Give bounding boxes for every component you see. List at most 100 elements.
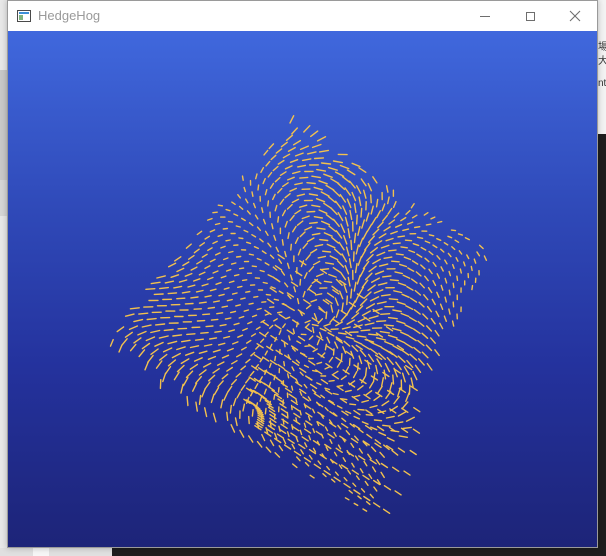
normal-glyph [357,495,362,500]
normal-glyph [201,253,208,258]
normal-glyph [189,345,200,349]
spine-glyph [308,343,316,350]
normal-glyph [206,276,214,281]
normal-glyph [412,328,421,335]
normal-glyph [182,377,189,387]
normal-glyph [343,477,348,482]
minimize-button[interactable] [462,1,508,31]
normal-glyph [328,379,335,382]
normal-glyph [212,368,220,374]
normal-glyph [299,371,304,376]
normal-glyph [357,385,364,391]
normal-glyph [225,208,231,212]
normal-glyph [291,443,296,450]
normal-glyph [416,236,424,240]
normal-glyph [422,313,429,320]
normal-glyph [327,195,336,204]
normal-glyph [295,397,298,404]
normal-glyph [270,286,276,290]
normal-glyph [369,405,378,409]
normal-glyph [421,332,429,339]
normal-glyph [408,384,411,395]
normal-glyph [243,229,249,233]
normal-glyph [344,187,351,196]
normal-glyph [305,323,310,329]
normal-glyph [326,465,331,471]
spine-glyph [363,495,371,502]
normal-glyph [320,162,332,165]
normal-glyph [256,307,262,311]
normal-glyph [277,159,285,165]
spine-glyph [308,289,317,295]
normal-glyph [385,185,389,193]
normal-glyph [397,235,406,238]
normal-glyph [354,262,358,274]
normal-glyph [372,176,378,184]
app-window-icon[interactable] [17,10,31,22]
normal-glyph [370,194,372,204]
spine-glyph [286,329,294,335]
normal-glyph [428,250,434,256]
normal-glyph [303,272,308,279]
normal-glyph [323,173,333,179]
normal-glyph [341,302,344,312]
normal-glyph [233,322,240,326]
normal-glyph [400,312,410,318]
spine-glyph [369,459,377,465]
normal-glyph [316,273,324,278]
spine-glyph [410,385,418,392]
normal-glyph [227,220,234,223]
normal-glyph [313,215,323,219]
normal-glyph [471,284,474,291]
normal-glyph [249,370,255,377]
spine-glyph [300,352,308,358]
normal-glyph [176,297,186,300]
normal-glyph [350,442,355,448]
normal-glyph [281,239,284,246]
normal-glyph [251,409,254,417]
normal-glyph [226,385,233,393]
spine-glyph [282,302,290,309]
normal-glyph [322,250,332,253]
normal-glyph [294,209,302,215]
normal-glyph [264,312,270,316]
normal-glyph [267,242,272,248]
normal-glyph [368,235,375,244]
normal-glyph [281,270,286,276]
spine-glyph [323,470,331,476]
normal-glyph [396,320,406,325]
normal-glyph [221,305,229,308]
normal-glyph [385,415,395,419]
normal-glyph [353,203,357,214]
spine-glyph [304,326,313,332]
normal-glyph [190,266,198,271]
normal-glyph [373,395,381,401]
close-button[interactable] [552,1,598,31]
spine-glyph [311,317,319,323]
normal-glyph [400,349,410,356]
normal-glyph [251,314,258,318]
normal-glyph [299,176,309,179]
normal-glyph [204,295,212,298]
normal-glyph [324,343,328,351]
maximize-button[interactable] [507,1,553,31]
normal-glyph [369,380,375,389]
render-viewport[interactable] [8,31,597,547]
normal-glyph [417,339,425,347]
normal-glyph [229,310,237,314]
normal-glyph [278,330,282,336]
normal-glyph [288,335,291,341]
normal-glyph [428,268,433,275]
normal-glyph [231,201,236,206]
normal-glyph [326,243,336,249]
spine-glyph [308,360,316,366]
normal-glyph [311,204,321,208]
normal-glyph [332,218,340,228]
normal-glyph [259,269,265,273]
normal-glyph [440,284,444,291]
title-bar[interactable]: HedgeHog [8,1,597,31]
normal-glyph [357,317,367,323]
spine-glyph [313,463,321,469]
normal-glyph [191,382,198,392]
normal-glyph [138,349,146,358]
